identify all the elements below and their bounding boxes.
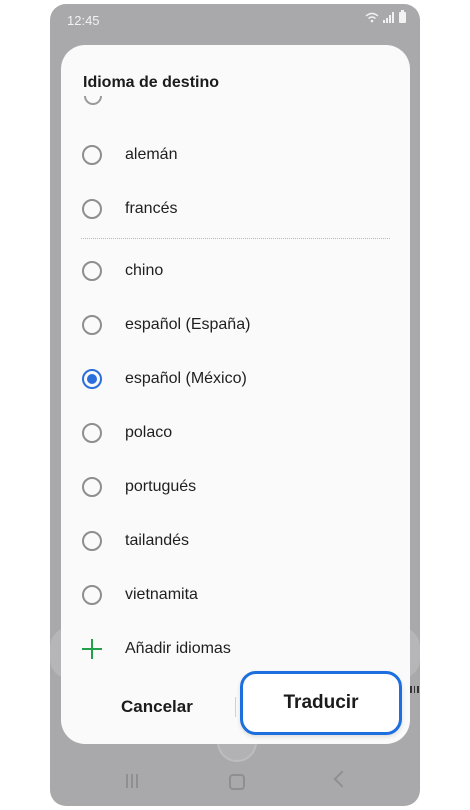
status-icons	[365, 10, 406, 23]
radio-button[interactable]	[82, 477, 102, 497]
radio-button[interactable]	[82, 261, 102, 281]
radio-button[interactable]	[82, 199, 102, 219]
plus-icon	[82, 639, 102, 659]
language-option-portugues[interactable]: portugués	[61, 460, 410, 514]
language-label: chino	[125, 262, 164, 279]
language-label: alemán	[125, 146, 178, 163]
language-label: francés	[125, 200, 178, 217]
edge-panel-handle[interactable]	[410, 686, 419, 693]
language-label: tailandés	[125, 532, 190, 549]
language-option-frances[interactable]: francés	[61, 182, 410, 236]
language-option-chino[interactable]: chino	[61, 244, 410, 298]
scrolled-radio-hint	[84, 96, 102, 106]
radio-button[interactable]	[82, 315, 102, 335]
language-option-aleman[interactable]: alemán	[61, 128, 410, 182]
radio-button-selected[interactable]	[82, 369, 102, 389]
language-option-polaco[interactable]: polaco	[61, 406, 410, 460]
language-option-espanol-mexico[interactable]: español (México)	[61, 352, 410, 406]
language-option-vietnamita[interactable]: vietnamita	[61, 568, 410, 622]
add-languages-item[interactable]: Añadir idiomas	[61, 622, 410, 676]
radio-button[interactable]	[82, 531, 102, 551]
home-icon[interactable]	[229, 774, 245, 790]
radio-button[interactable]	[82, 145, 102, 165]
recents-icon[interactable]	[126, 774, 140, 788]
radio-button[interactable]	[82, 423, 102, 443]
button-separator	[235, 697, 236, 717]
language-option-espanol-espana[interactable]: español (España)	[61, 298, 410, 352]
language-label: español (España)	[125, 316, 251, 333]
translate-button[interactable]: Traducir	[240, 671, 402, 735]
battery-icon	[399, 10, 406, 23]
section-divider	[81, 238, 390, 239]
language-label: vietnamita	[125, 586, 198, 603]
language-option-tailandes[interactable]: tailandés	[61, 514, 410, 568]
target-language-dialog: Idioma de destino alemán francés chino e…	[61, 45, 410, 744]
wifi-icon	[365, 12, 379, 23]
navigation-bar	[50, 760, 420, 806]
cancel-button[interactable]: Cancelar	[106, 685, 206, 729]
dialog-title: Idioma de destino	[83, 74, 220, 91]
back-icon[interactable]	[333, 770, 351, 788]
status-bar: 12:45	[50, 4, 420, 36]
language-label: español (México)	[125, 370, 247, 387]
radio-button[interactable]	[82, 585, 102, 605]
signal-icon	[383, 12, 394, 23]
add-languages-label: Añadir idiomas	[125, 640, 231, 657]
language-label: portugués	[125, 478, 197, 495]
language-label: polaco	[125, 424, 173, 441]
status-time: 12:45	[67, 13, 100, 28]
